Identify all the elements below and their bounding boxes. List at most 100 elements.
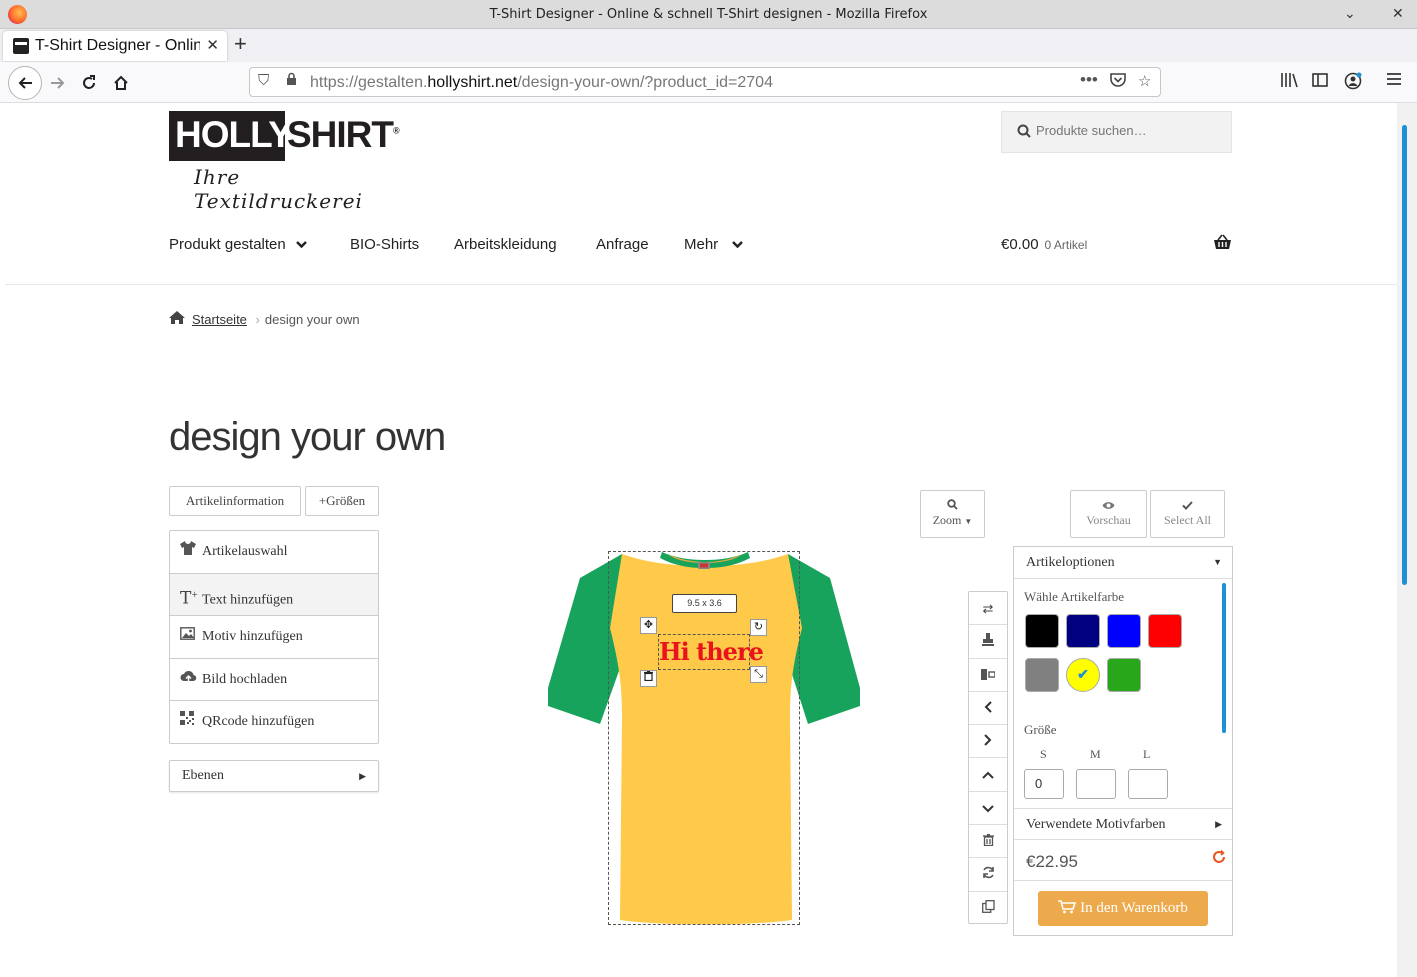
tab-close-icon[interactable]: ✕: [206, 36, 219, 54]
nav-anfrage[interactable]: Anfrage: [596, 236, 649, 253]
menu-text-hinzufuegen[interactable]: T+ Text hinzufügen: [170, 573, 378, 616]
menu-bild-hochladen[interactable]: Bild hochladen: [170, 659, 378, 701]
home-icon: [114, 75, 128, 90]
page-actions-icon[interactable]: •••: [1080, 70, 1098, 90]
move-handle-icon[interactable]: ✥: [640, 617, 657, 634]
basket-icon[interactable]: [1213, 234, 1232, 255]
product-search[interactable]: [1001, 111, 1232, 153]
align-icon[interactable]: [969, 659, 1007, 692]
chevron-down-icon: [732, 238, 744, 252]
delete-handle-icon[interactable]: [640, 670, 657, 687]
color-swatch-green[interactable]: [1107, 658, 1141, 692]
home-icon[interactable]: [169, 311, 185, 328]
color-swatch-grey[interactable]: [1025, 658, 1059, 692]
forward-button[interactable]: [43, 69, 73, 97]
page-scrollbar[interactable]: [1397, 103, 1417, 977]
vorschau-button[interactable]: Vorschau: [1070, 490, 1147, 538]
layers-label: Ebenen: [182, 768, 224, 783]
size-l-label: L: [1143, 747, 1151, 761]
chevron-up-icon[interactable]: [969, 758, 1007, 792]
url-bar[interactable]: ⛉ https://gestalten.hollyshirt.net/desig…: [249, 67, 1161, 97]
color-swatch-black[interactable]: [1025, 614, 1059, 648]
logo-tagline: Ihre Textildruckerei: [194, 165, 363, 213]
shield-icon[interactable]: ⛉: [258, 72, 269, 89]
size-s-label: S: [1040, 747, 1047, 761]
window-title: T-Shirt Designer - Online & schnell T-Sh…: [489, 7, 928, 22]
image-icon: [180, 616, 202, 658]
minimize-button[interactable]: ⌄: [1344, 6, 1356, 22]
site-logo[interactable]: HOLLY SHIRT® Ihre Textildruckerei: [169, 111, 400, 213]
size-label: Größe: [1024, 722, 1057, 737]
zoom-button[interactable]: Zoom ▼: [920, 490, 985, 538]
bookmark-star-icon[interactable]: ☆: [1138, 72, 1151, 90]
lock-icon[interactable]: [286, 72, 297, 90]
nav-arbeitskleidung[interactable]: Arbeitskleidung: [454, 236, 557, 253]
reload-button[interactable]: [74, 69, 104, 97]
ebenen-dropdown[interactable]: Ebenen ▶: [169, 760, 379, 792]
groessen-button[interactable]: +Größen: [305, 486, 379, 516]
color-swatch-navy[interactable]: [1066, 614, 1100, 648]
close-window-button[interactable]: ✕: [1392, 6, 1404, 22]
qrcode-icon: [180, 701, 202, 743]
pocket-icon[interactable]: [1110, 72, 1126, 91]
rotate-handle-icon[interactable]: ↻: [750, 619, 767, 636]
url-prefix: https://gestalten.: [310, 74, 428, 91]
design-text-element[interactable]: Hi there: [658, 634, 764, 670]
nav-bio-shirts[interactable]: BIO-Shirts: [350, 236, 419, 253]
nav-produkt-gestalten[interactable]: Produkt gestalten: [169, 236, 307, 253]
chevron-down-icon: [295, 238, 307, 252]
trash-icon[interactable]: [969, 825, 1007, 859]
size-l-input[interactable]: [1128, 769, 1168, 799]
chevron-down-icon[interactable]: [969, 792, 1007, 826]
menu-label: QRcode hinzufügen: [202, 714, 315, 729]
account-icon[interactable]: [1344, 72, 1362, 95]
motivfarben-section[interactable]: Verwendete Motivfarben ▶: [1014, 808, 1232, 840]
menu-motiv-hinzufuegen[interactable]: Motiv hinzufügen: [170, 616, 378, 659]
back-button[interactable]: [8, 66, 42, 100]
cart-summary[interactable]: €0.00 0 Artikel: [1001, 236, 1087, 253]
resize-handle-icon[interactable]: ⤡: [750, 666, 767, 683]
arrow-left-icon: [18, 77, 32, 89]
menu-label: Motiv hinzufügen: [202, 629, 303, 644]
add-to-cart-button[interactable]: In den Warenkorb: [1038, 891, 1208, 926]
size-s-input[interactable]: 0: [1024, 769, 1064, 799]
object-toolbar: ⇄: [968, 591, 1008, 924]
scrollbar-thumb[interactable]: [1402, 125, 1407, 585]
color-label: Wähle Artikelfarbe: [1024, 589, 1124, 604]
size-indicator: 9.5 x 3.6: [672, 594, 737, 613]
caret-down-icon: ▼: [1213, 557, 1222, 567]
chevron-right-icon[interactable]: [969, 725, 1007, 759]
library-icon[interactable]: [1280, 72, 1298, 93]
artikeloptionen-panel: Artikeloptionen ▼ Wähle Artikelfarbe ✔ Gr…: [1013, 546, 1233, 936]
menu-artikelauswahl[interactable]: Artikelauswahl: [170, 531, 378, 574]
check-icon: ✔: [1077, 666, 1089, 682]
cloud-upload-icon: [180, 659, 202, 701]
breadcrumb-separator: ›: [255, 312, 260, 327]
flip-horizontal-icon[interactable]: ⇄: [969, 592, 1007, 626]
menu-label: Artikelauswahl: [202, 544, 288, 559]
sidebar-icon[interactable]: [1312, 72, 1328, 93]
home-button[interactable]: [106, 69, 136, 97]
menu-qrcode-hinzufuegen[interactable]: QRcode hinzufügen: [170, 701, 378, 744]
window-titlebar: T-Shirt Designer - Online & schnell T-Sh…: [0, 0, 1417, 29]
zoom-label: Zoom: [932, 513, 962, 527]
color-swatch-red[interactable]: [1148, 614, 1182, 648]
search-input[interactable]: [1036, 123, 1221, 138]
new-tab-button[interactable]: +: [234, 33, 247, 55]
nav-mehr[interactable]: Mehr: [684, 236, 744, 253]
refresh-icon[interactable]: [969, 858, 1007, 892]
size-m-input[interactable]: [1076, 769, 1116, 799]
tab-tshirt-designer[interactable]: T-Shirt Designer - Online & schnell T-Sh…: [3, 31, 227, 61]
stamp-icon[interactable]: [969, 625, 1007, 659]
options-scrollbar[interactable]: [1222, 583, 1226, 733]
duplicate-icon[interactable]: [969, 892, 1007, 925]
artikelinformation-button[interactable]: Artikelinformation: [169, 486, 301, 516]
chevron-left-icon[interactable]: [969, 692, 1007, 726]
hamburger-menu-icon[interactable]: [1386, 72, 1402, 91]
color-swatch-blue[interactable]: [1107, 614, 1141, 648]
artikeloptionen-header[interactable]: Artikeloptionen ▼: [1014, 547, 1232, 579]
breadcrumb-home-link[interactable]: Startseite: [192, 312, 247, 327]
select-all-button[interactable]: Select All: [1150, 490, 1225, 538]
nav-label: Mehr: [684, 236, 719, 253]
color-swatch-yellow-selected[interactable]: ✔: [1066, 658, 1100, 692]
